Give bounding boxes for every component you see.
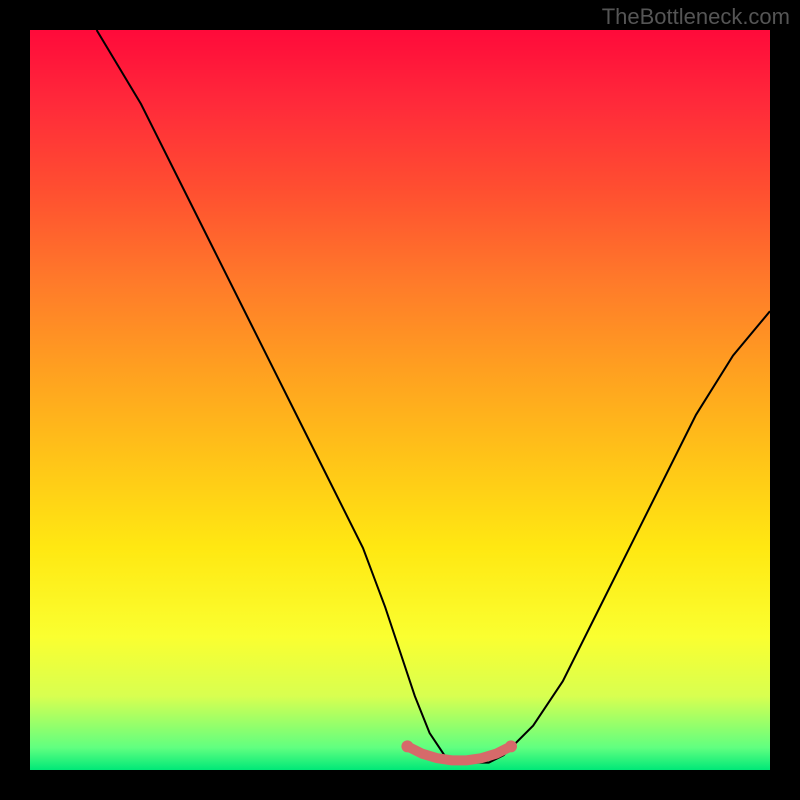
chart-container: TheBottleneck.com <box>0 0 800 800</box>
watermark-text: TheBottleneck.com <box>602 4 790 30</box>
highlight-endpoint-right <box>505 740 517 752</box>
plot-area <box>30 30 770 770</box>
chart-svg <box>30 30 770 770</box>
bottleneck-curve <box>97 30 770 763</box>
optimal-range-highlight <box>407 746 511 760</box>
highlight-endpoint-left <box>401 740 413 752</box>
